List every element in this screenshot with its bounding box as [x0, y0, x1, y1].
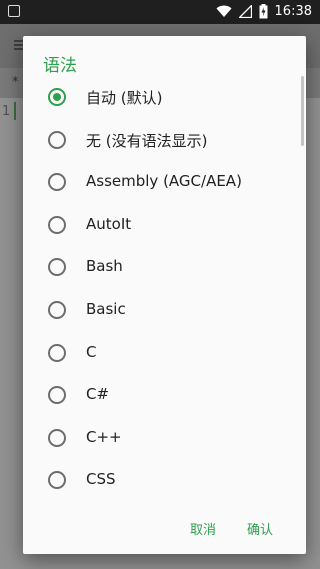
gallery-notification-icon — [8, 5, 20, 17]
syntax-option-list: 自动 (默认) 无 (没有语法显示) Assembly (AGC/AEA) AutoI… — [23, 76, 306, 502]
syntax-option[interactable]: C — [23, 332, 306, 375]
scrollbar[interactable] — [301, 76, 304, 146]
status-time: 16:38 — [274, 4, 312, 19]
radio-unchecked-icon[interactable] — [48, 471, 66, 490]
confirm-button[interactable]: 确认 — [247, 519, 273, 538]
syntax-option[interactable]: CSS — [23, 459, 306, 502]
status-bar: 16:38 — [0, 0, 320, 24]
syntax-option-label: AutoIt — [86, 214, 132, 233]
syntax-option[interactable]: C# — [23, 374, 306, 417]
syntax-option-label: Basic — [86, 299, 126, 318]
syntax-option-label: 自动 (默认) — [86, 89, 163, 107]
dialog-actions: 取消 确认 — [23, 504, 306, 554]
radio-checked-icon[interactable] — [48, 88, 66, 106]
cancel-button[interactable]: 取消 — [190, 519, 216, 538]
syntax-option-label: C# — [86, 385, 110, 404]
radio-unchecked-icon[interactable] — [48, 300, 66, 319]
syntax-option[interactable]: Bash — [23, 246, 306, 289]
radio-unchecked-icon[interactable] — [48, 258, 66, 277]
radio-unchecked-icon[interactable] — [48, 386, 66, 405]
syntax-option[interactable]: C++ — [23, 417, 306, 460]
syntax-option[interactable]: Basic — [23, 289, 306, 332]
syntax-option-label: C++ — [86, 427, 122, 446]
syntax-option-label: 无 (没有语法显示) — [86, 131, 208, 150]
signal-icon — [238, 5, 252, 18]
radio-unchecked-icon[interactable] — [48, 343, 66, 362]
syntax-option-label: C — [86, 342, 97, 361]
syntax-dialog: 语法 自动 (默认) 无 (没有语法显示) Assembly (AGC/AEA) Au… — [23, 36, 306, 554]
dialog-title: 语法 — [43, 56, 77, 76]
syntax-option[interactable]: 自动 (默认) — [23, 76, 306, 119]
tab-modified-marker: * — [12, 75, 19, 90]
wifi-icon — [216, 5, 232, 17]
syntax-option-label: CSS — [86, 470, 116, 489]
radio-unchecked-icon[interactable] — [48, 173, 66, 192]
syntax-option-label: Assembly (AGC/AEA) — [86, 172, 242, 191]
radio-unchecked-icon[interactable] — [48, 215, 66, 234]
syntax-option[interactable]: Assembly (AGC/AEA) — [23, 161, 306, 204]
syntax-option[interactable]: 无 (没有语法显示) — [23, 119, 306, 162]
syntax-option-label: Bash — [86, 257, 123, 276]
line-number: 1 — [2, 104, 11, 119]
radio-unchecked-icon[interactable] — [48, 130, 66, 149]
battery-charging-icon — [259, 4, 268, 19]
syntax-option[interactable]: AutoIt — [23, 204, 306, 247]
radio-unchecked-icon[interactable] — [48, 428, 66, 447]
text-cursor — [14, 102, 16, 120]
